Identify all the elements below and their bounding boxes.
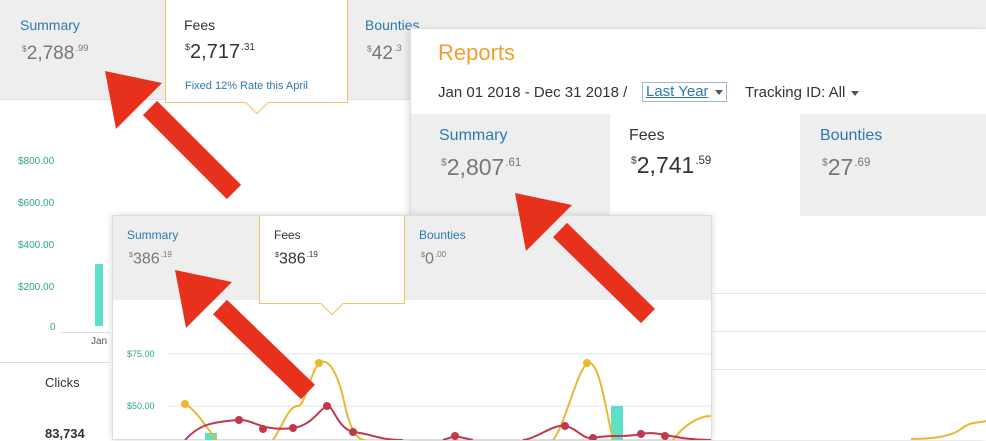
red-arrow-icon <box>515 193 655 324</box>
red-arrow-icon <box>175 270 315 400</box>
annotation-arrows <box>105 71 655 400</box>
red-arrow-icon <box>105 71 242 200</box>
